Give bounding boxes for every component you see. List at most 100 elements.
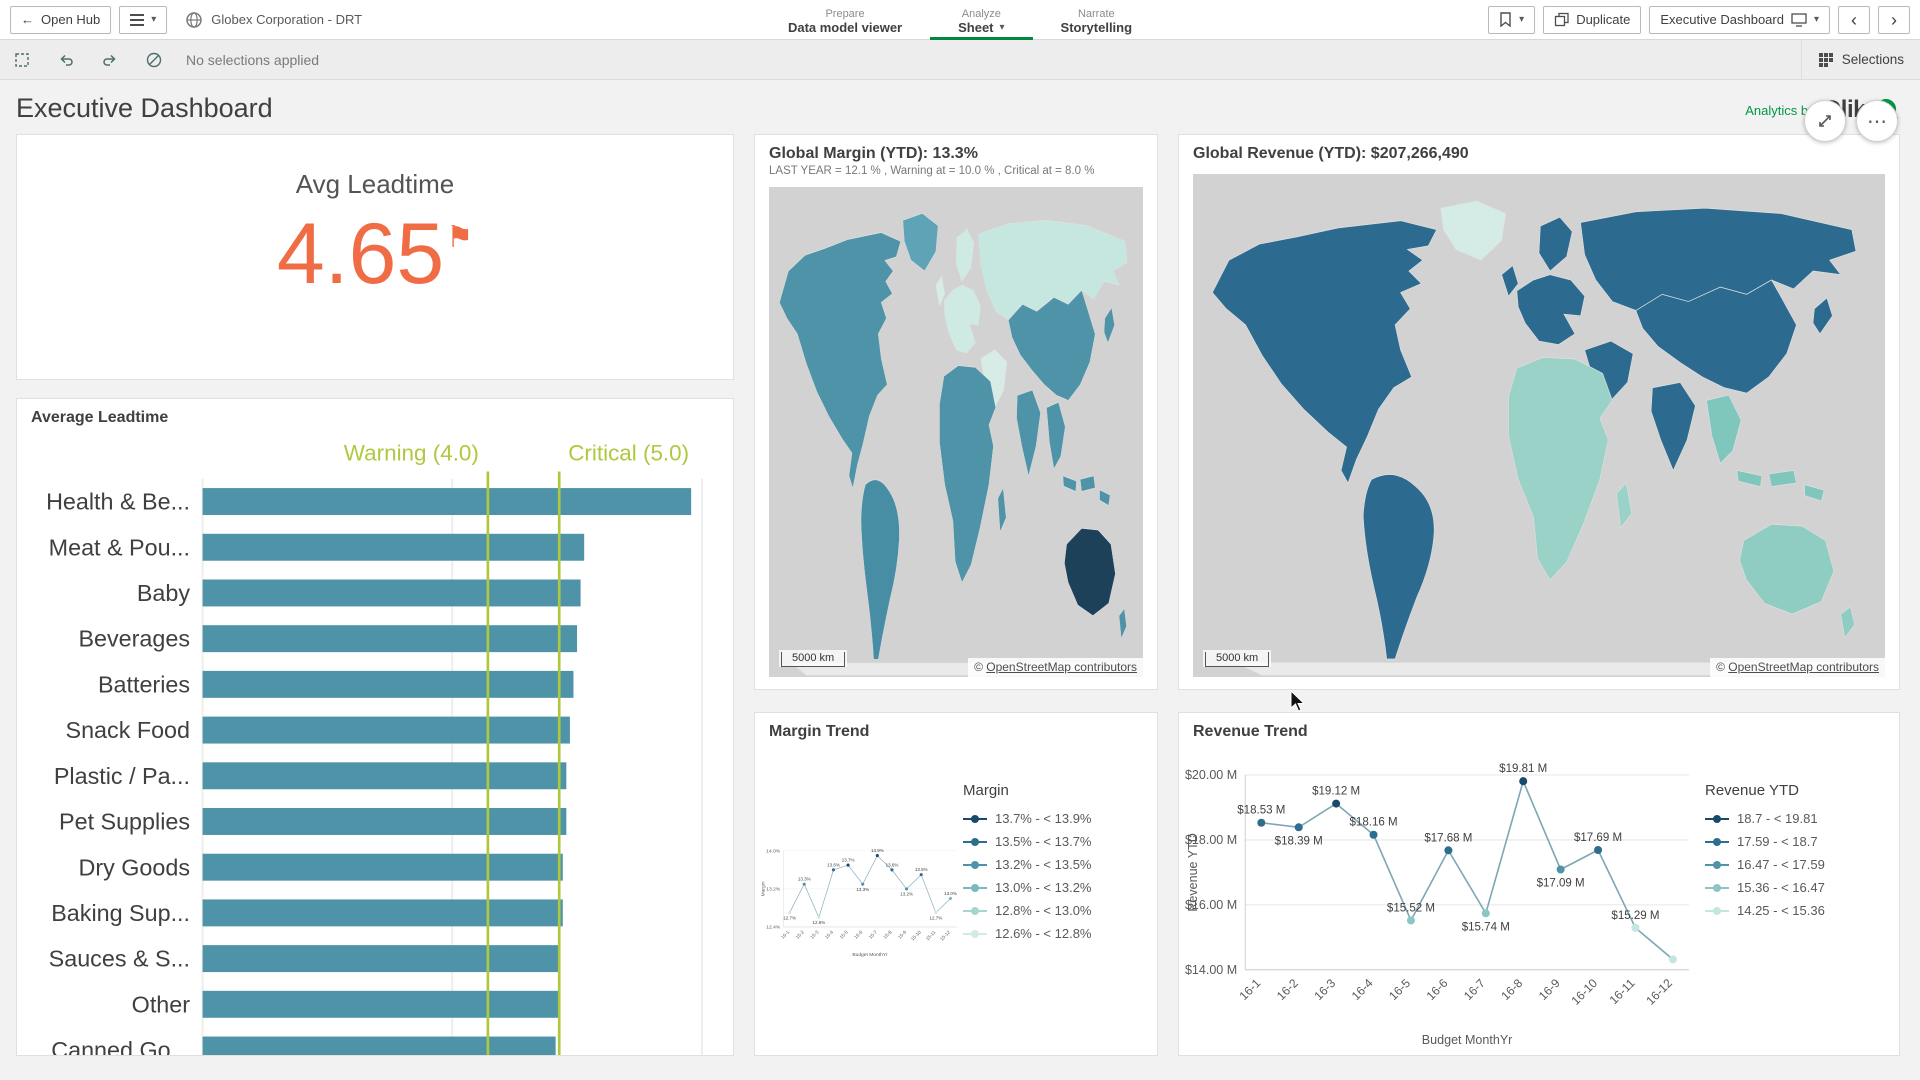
avg-leadtime-kpi-panel[interactable]: Avg Leadtime 4.65 ⚑ — [16, 134, 734, 380]
bar[interactable] — [203, 671, 574, 698]
bar[interactable] — [203, 579, 581, 606]
map-region-south-america[interactable] — [1363, 475, 1434, 660]
bar[interactable] — [203, 625, 577, 652]
selections-panel-button[interactable]: Selections — [1801, 40, 1920, 79]
map-region-indonesia[interactable] — [1737, 470, 1824, 501]
bar[interactable] — [203, 808, 567, 835]
map-region-east-asia[interactable] — [1008, 290, 1095, 400]
revenue-world-map[interactable]: 5000 km © OpenStreetMap contributors — [1193, 174, 1885, 677]
legend-item[interactable]: 15.36 - < 16.47 — [1705, 880, 1891, 895]
data-point[interactable] — [1295, 823, 1303, 831]
next-sheet-button[interactable]: › — [1878, 6, 1910, 34]
map-region-se-asia[interactable] — [1706, 395, 1741, 463]
data-point[interactable] — [1594, 846, 1602, 854]
bar[interactable] — [203, 854, 563, 881]
legend-item[interactable]: 12.8% - < 13.0% — [963, 903, 1149, 918]
data-point[interactable] — [949, 897, 952, 900]
map-region-uk[interactable] — [1502, 266, 1519, 297]
step-back-button[interactable] — [44, 40, 88, 79]
data-point[interactable] — [1332, 800, 1340, 808]
duplicate-button[interactable]: Duplicate — [1543, 6, 1641, 34]
bar[interactable] — [203, 899, 563, 926]
data-point[interactable] — [1669, 955, 1677, 963]
map-region-australia[interactable] — [1064, 528, 1115, 616]
data-point[interactable] — [1370, 831, 1378, 839]
bar[interactable] — [203, 1037, 556, 1056]
data-point[interactable] — [1444, 846, 1452, 854]
map-region-africa[interactable] — [940, 366, 996, 583]
map-region-greenland[interactable] — [1441, 201, 1506, 260]
bookmarks-button[interactable]: ▾ — [1488, 6, 1535, 34]
osm-attribution-link[interactable]: OpenStreetMap contributors — [986, 660, 1137, 674]
legend-item[interactable]: 17.59 - < 18.7 — [1705, 834, 1891, 849]
map-region-africa[interactable] — [1509, 357, 1613, 580]
map-region-north-america[interactable] — [779, 233, 900, 489]
data-point[interactable] — [847, 864, 850, 867]
app-identity[interactable]: Globex Corporation - DRT — [185, 11, 362, 29]
legend-item[interactable]: 16.47 - < 17.59 — [1705, 857, 1891, 872]
bar[interactable] — [203, 534, 585, 561]
data-point[interactable] — [803, 883, 806, 886]
legend-item[interactable]: 12.6% - < 12.8% — [963, 926, 1149, 941]
legend-item[interactable]: 14.25 - < 15.36 — [1705, 903, 1891, 918]
bar[interactable] — [203, 762, 567, 789]
map-region-europe[interactable] — [1517, 275, 1585, 345]
legend-item[interactable]: 18.7 - < 19.81 — [1705, 811, 1891, 826]
map-region-india[interactable] — [1017, 390, 1041, 476]
legend-item[interactable]: 13.2% - < 13.5% — [963, 857, 1149, 872]
margin-world-map[interactable]: 5000 km © OpenStreetMap contributors — [769, 187, 1143, 677]
map-region-south-america[interactable] — [861, 480, 899, 660]
map-region-madagascar[interactable] — [1617, 483, 1632, 528]
map-region-japan[interactable] — [1813, 298, 1832, 334]
data-point[interactable] — [1482, 909, 1490, 917]
map-region-europe[interactable] — [944, 285, 981, 353]
data-point[interactable] — [1631, 924, 1639, 932]
tab-analyze[interactable]: Analyze Sheet ▾ — [930, 0, 1032, 40]
sheet-options-button[interactable]: ⋯ — [1856, 100, 1898, 142]
chevron-down-icon[interactable]: ▾ — [1000, 20, 1005, 36]
map-region-japan[interactable] — [1104, 308, 1114, 343]
open-hub-button[interactable]: ← Open Hub — [10, 6, 111, 34]
data-point[interactable] — [890, 868, 893, 871]
map-region-australia[interactable] — [1740, 524, 1834, 614]
data-point[interactable] — [1557, 865, 1565, 873]
data-point[interactable] — [934, 911, 937, 914]
margin-trend-line-chart[interactable]: 14.0%13.2%12.4%12.7%15-113.3%15-212.6%15… — [759, 748, 963, 1051]
map-region-india[interactable] — [1651, 382, 1695, 470]
data-point[interactable] — [905, 887, 908, 890]
map-region-east-asia[interactable] — [1636, 280, 1797, 393]
bar[interactable] — [203, 945, 560, 972]
data-point[interactable] — [876, 854, 879, 857]
legend-item[interactable]: 13.7% - < 13.9% — [963, 811, 1149, 826]
map-region-north-america[interactable] — [1212, 221, 1436, 483]
legend-item[interactable]: 13.0% - < 13.2% — [963, 880, 1149, 895]
map-region-indonesia[interactable] — [1063, 476, 1110, 506]
map-region-se-asia[interactable] — [1047, 402, 1066, 469]
expand-sheet-button[interactable] — [1804, 100, 1846, 142]
map-region-scandinavia[interactable] — [1539, 217, 1572, 271]
data-point[interactable] — [788, 911, 791, 914]
map-region-scandinavia[interactable] — [956, 229, 974, 282]
data-point[interactable] — [920, 873, 923, 876]
tab-prepare[interactable]: Prepare Data model viewer — [760, 0, 930, 40]
global-menu-button[interactable]: ▾ — [119, 6, 167, 34]
previous-sheet-button[interactable]: ‹ — [1838, 6, 1870, 34]
data-point[interactable] — [861, 883, 864, 886]
sheet-selector-dropdown[interactable]: Executive Dashboard ▾ — [1649, 6, 1830, 34]
bar[interactable] — [203, 991, 560, 1018]
map-region-new-zealand[interactable] — [1841, 607, 1855, 638]
revenue-trend-line-chart[interactable]: $20.00 M$18.00 M$16.00 M$14.00 M$18.53 M… — [1183, 748, 1705, 1051]
data-point[interactable] — [1257, 819, 1265, 827]
osm-attribution-link[interactable]: OpenStreetMap contributors — [1728, 660, 1879, 674]
map-region-greenland[interactable] — [903, 213, 938, 271]
bar[interactable] — [203, 488, 692, 515]
step-forward-button[interactable] — [88, 40, 132, 79]
map-region-madagascar[interactable] — [998, 488, 1006, 532]
data-point[interactable] — [832, 868, 835, 871]
bar[interactable] — [203, 717, 570, 744]
legend-item[interactable]: 13.5% - < 13.7% — [963, 834, 1149, 849]
map-region-new-zealand[interactable] — [1119, 609, 1126, 639]
data-point[interactable] — [1407, 916, 1415, 924]
clear-selections-button[interactable] — [132, 40, 176, 79]
leadtime-bar-chart[interactable]: Health & Be...Meat & Pou...BabyBeverages… — [17, 432, 733, 1056]
